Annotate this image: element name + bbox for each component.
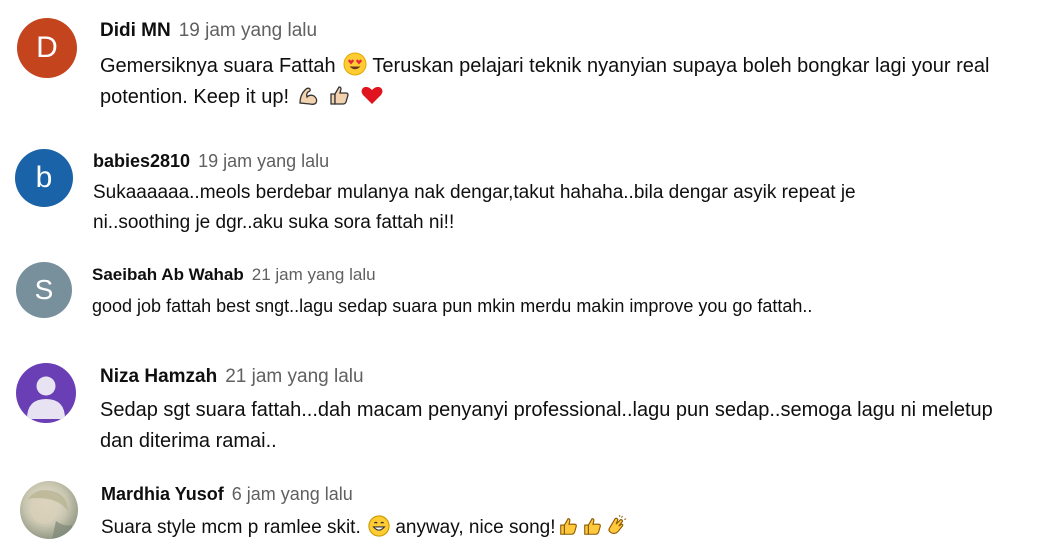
comment-item: b babies2810 19 jam yang lalu Sukaaaaaa..…	[0, 130, 1050, 250]
comment-text: Teruskan pelajari teknik nyanyian supaya…	[372, 55, 990, 77]
avatar-letter: S	[34, 274, 54, 305]
comment-text-line: Sukaaaaaa..meols berdebar mulanya nak de…	[93, 182, 856, 203]
comment-text: Suara style mcm p ramlee skit.	[101, 517, 361, 538]
comment-text-line: Suara style mcm p ramlee skit. anyway, n…	[101, 513, 1041, 543]
comment-text: potention. Keep it up!	[100, 86, 290, 108]
comment-text-line: good job fattah best sngt..lagu sedap su…	[92, 296, 813, 316]
comment-text-line: Gemersiknya suara Fattah Teruskan pelaja…	[100, 51, 1040, 82]
comment-author[interactable]: Niza Hamzah	[100, 366, 217, 387]
avatar[interactable]: S	[16, 262, 72, 318]
clapping-hands-emoji	[606, 515, 628, 537]
thumbs-up-emoji	[582, 515, 604, 537]
comment-timestamp[interactable]: 21 jam yang lalu	[225, 366, 363, 387]
flexed-biceps-emoji	[297, 83, 321, 107]
avatar[interactable]: b	[15, 149, 73, 207]
comment-text: anyway, nice song!	[395, 517, 556, 538]
comment-item: Niza Hamzah 21 jam yang lalu Sedap sgt su…	[0, 350, 1050, 470]
comment-item: D Didi MN 19 jam yang lalu Gemersiknya su…	[0, 0, 1050, 130]
photo-avatar[interactable]	[20, 481, 78, 539]
avatar-letter: b	[35, 161, 53, 194]
red-heart-emoji	[360, 83, 384, 107]
comment-author[interactable]: Saeibah Ab Wahab	[92, 265, 244, 284]
comment-text-line: dan diterima ramai..	[100, 430, 277, 452]
avatar[interactable]: D	[17, 18, 77, 78]
avatar-letter: D	[36, 31, 58, 64]
comment-author[interactable]: Didi MN	[100, 20, 171, 41]
comment-text-line: potention. Keep it up!	[100, 82, 1040, 113]
comment-timestamp[interactable]: 21 jam yang lalu	[252, 265, 376, 284]
thumbs-up-emoji	[328, 83, 352, 107]
comment-timestamp[interactable]: 19 jam yang lalu	[198, 151, 329, 171]
comment-item: S Saeibah Ab Wahab 21 jam yang lalu good …	[0, 250, 1050, 350]
avatar[interactable]	[16, 363, 76, 423]
comment-text-line: ni..soothing je dgr..aku suka sora fatta…	[93, 212, 455, 233]
comment-timestamp[interactable]: 6 jam yang lalu	[232, 484, 353, 504]
comment-text: Gemersiknya suara Fattah	[100, 55, 336, 77]
comment-author[interactable]: babies2810	[93, 151, 190, 171]
grinning-emoji	[368, 515, 390, 537]
thumbs-up-emoji	[558, 515, 580, 537]
heart-eyes-emoji	[343, 52, 367, 76]
comment-text-line: Sedap sgt suara fattah...dah macam penya…	[100, 399, 993, 421]
photo-avatar-image	[28, 490, 72, 539]
comment-timestamp[interactable]: 19 jam yang lalu	[179, 20, 317, 41]
comment-item: Mardhia Yusof 6 jam yang lalu Suara style…	[0, 470, 1050, 560]
comment-author[interactable]: Mardhia Yusof	[101, 484, 224, 504]
default-user-icon	[27, 376, 65, 419]
